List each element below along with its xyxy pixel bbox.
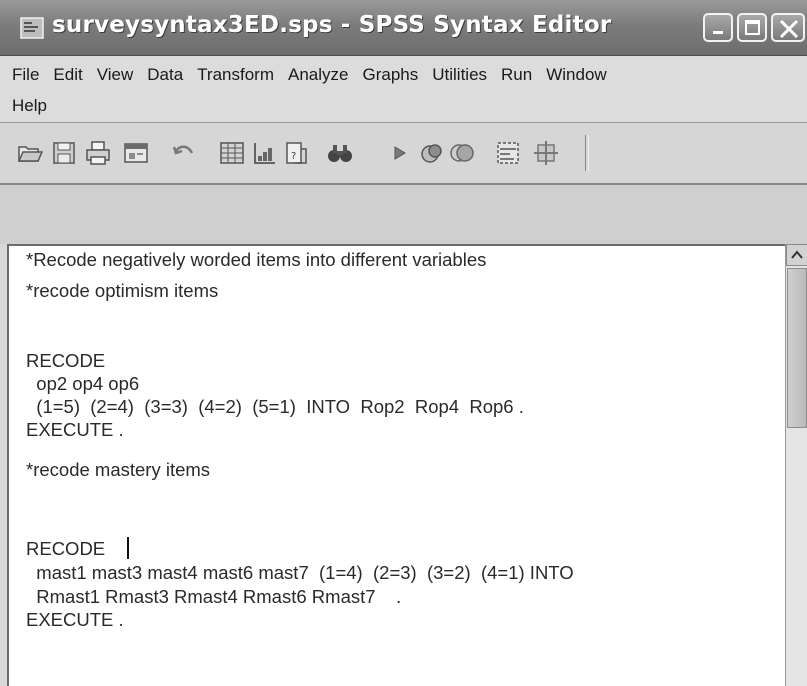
menu-utilities[interactable]: Utilities xyxy=(432,65,487,85)
code-line: Rmast1 Rmast3 Rmast4 Rmast6 Rmast7 . xyxy=(26,586,402,607)
toolbar-separator xyxy=(585,135,589,171)
print-icon[interactable] xyxy=(84,139,112,167)
title-bar[interactable]: surveysyntax3ED.sps - SPSS Syntax Editor xyxy=(0,0,807,56)
menu-bar: File Edit View Data Transform Analyze Gr… xyxy=(0,56,807,123)
scroll-up-button[interactable] xyxy=(786,244,807,266)
undo-icon[interactable] xyxy=(170,139,198,167)
find-icon[interactable] xyxy=(326,139,354,167)
menu-window[interactable]: Window xyxy=(546,65,606,85)
code-line: *recode mastery items xyxy=(26,459,211,480)
menu-row-2: Help xyxy=(12,96,61,116)
scroll-up-icon xyxy=(791,250,803,259)
syntax-app-icon xyxy=(20,17,44,39)
menu-file[interactable]: File xyxy=(12,65,39,85)
save-icon[interactable] xyxy=(50,139,78,167)
close-button[interactable] xyxy=(771,13,805,42)
menu-graphs[interactable]: Graphs xyxy=(362,65,418,85)
close-icon xyxy=(779,19,799,39)
spss-syntax-editor-window: surveysyntax3ED.sps - SPSS Syntax Editor… xyxy=(0,0,807,686)
code-line: RECODE xyxy=(26,538,106,559)
code-line: (1=5) (2=4) (3=3) (4=2) (5=1) INTO Rop2 … xyxy=(26,396,524,417)
menu-view[interactable]: View xyxy=(97,65,134,85)
menu-row-1: File Edit View Data Transform Analyze Gr… xyxy=(12,65,621,85)
svg-text:?: ? xyxy=(291,151,296,162)
minimize-icon xyxy=(713,31,723,34)
menu-run[interactable]: Run xyxy=(501,65,532,85)
code-line: op2 op4 op6 xyxy=(26,373,140,394)
code-line: EXECUTE . xyxy=(26,609,124,630)
show-all-icon[interactable] xyxy=(448,139,476,167)
designate-window-icon[interactable] xyxy=(532,139,560,167)
code-line: mast1 mast3 mast4 mast6 mast7 (1=4) (2=3… xyxy=(26,562,574,583)
text-caret xyxy=(127,537,129,559)
menu-analyze[interactable]: Analyze xyxy=(288,65,348,85)
editor-header-gap xyxy=(0,185,807,244)
vertical-scrollbar[interactable] xyxy=(785,244,807,686)
code-line: EXECUTE . xyxy=(26,419,124,440)
goto-data-icon[interactable] xyxy=(218,139,246,167)
menu-transform[interactable]: Transform xyxy=(197,65,274,85)
use-sets-icon[interactable] xyxy=(418,139,446,167)
code-line: *Recode negatively worded items into dif… xyxy=(26,249,487,270)
open-icon[interactable] xyxy=(16,139,44,167)
scroll-thumb[interactable] xyxy=(787,268,807,428)
toolbar: ? xyxy=(0,123,807,185)
dialog-recall-icon[interactable] xyxy=(122,139,150,167)
menu-edit[interactable]: Edit xyxy=(53,65,82,85)
syntax-code[interactable]: *Recode negatively worded items into dif… xyxy=(26,250,574,630)
split-file-icon[interactable] xyxy=(494,139,522,167)
menu-help[interactable]: Help xyxy=(12,96,47,116)
variables-icon[interactable] xyxy=(250,139,278,167)
maximize-icon xyxy=(745,20,760,35)
maximize-button[interactable] xyxy=(737,13,767,42)
menu-data[interactable]: Data xyxy=(147,65,183,85)
code-line: RECODE xyxy=(26,350,106,371)
window-title: surveysyntax3ED.sps - SPSS Syntax Editor xyxy=(52,12,612,38)
code-line: *recode optimism items xyxy=(26,280,219,301)
run-icon[interactable] xyxy=(386,139,414,167)
minimize-button[interactable] xyxy=(703,13,733,42)
chart-icon[interactable]: ? xyxy=(282,139,310,167)
